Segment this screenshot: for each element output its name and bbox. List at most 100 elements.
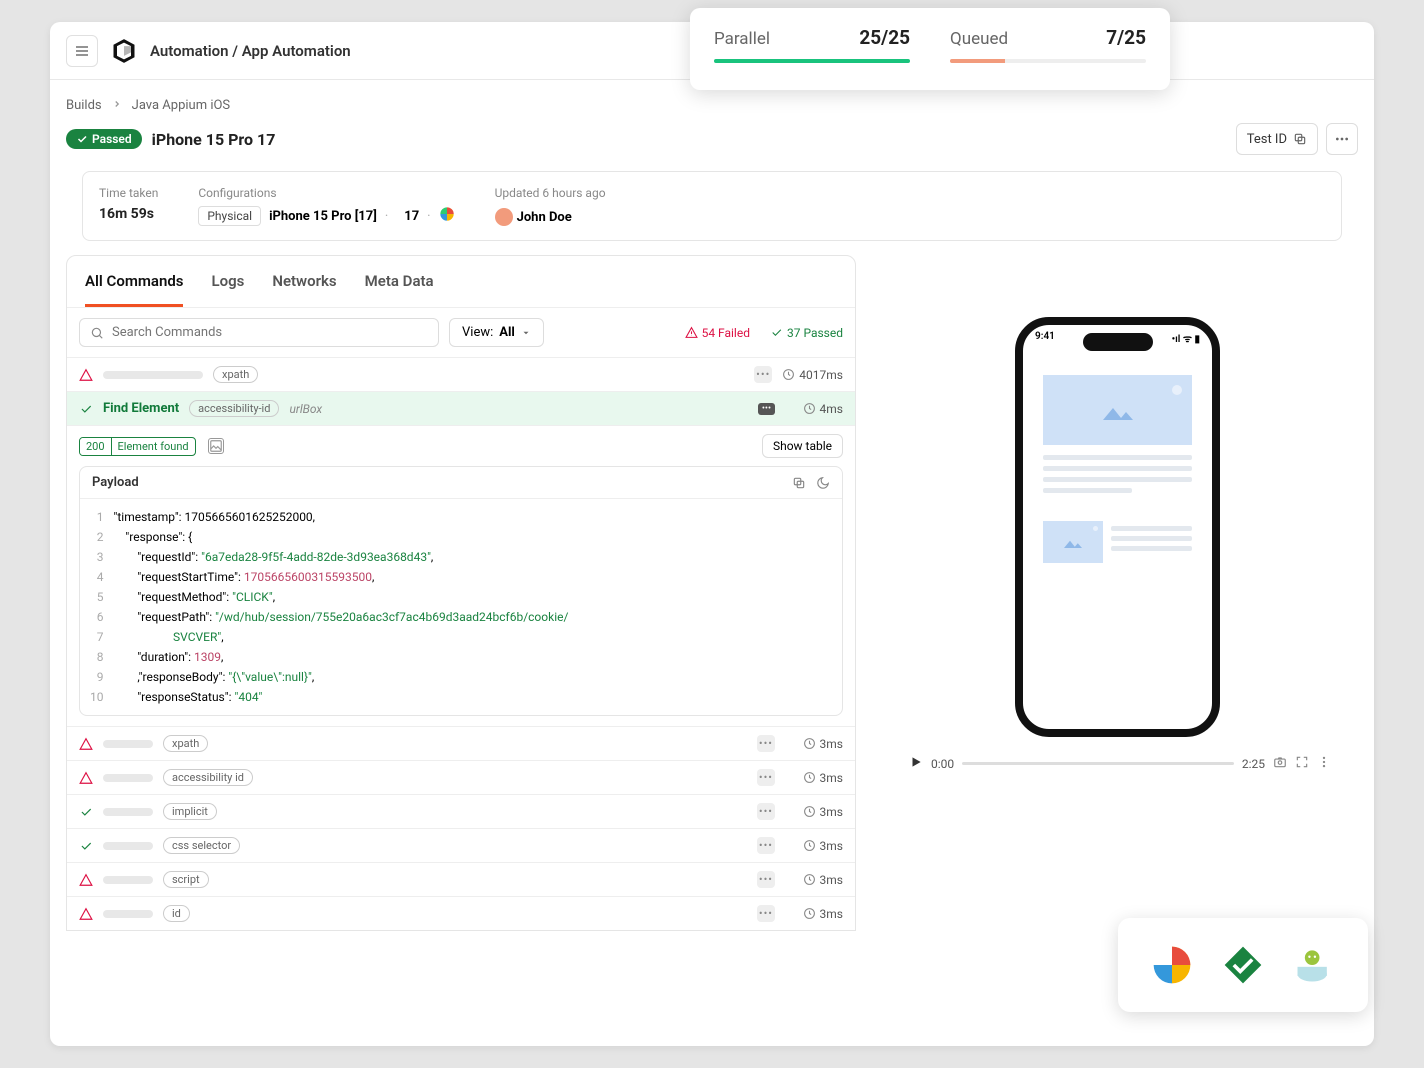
skeleton xyxy=(103,910,153,918)
hamburger-icon xyxy=(74,43,90,59)
check-icon xyxy=(79,839,93,853)
keyboard-badge: ••• xyxy=(758,403,775,415)
updated-label: Updated 6 hours ago xyxy=(495,186,606,200)
total-time: 2:25 xyxy=(1242,757,1265,771)
command-row[interactable]: implicit•••3ms xyxy=(67,794,855,828)
appium-icon xyxy=(1150,943,1194,987)
command-row[interactable]: accessibility id ••• 3ms xyxy=(67,760,855,794)
search-icon xyxy=(90,326,104,340)
tab-logs[interactable]: Logs xyxy=(211,256,244,307)
command-name: Find Element xyxy=(103,401,179,416)
skeleton xyxy=(103,774,153,782)
placeholder-line xyxy=(1043,455,1192,460)
more-icon[interactable]: ••• xyxy=(757,735,775,752)
result-row: 200Element found Show table xyxy=(67,425,855,466)
search-input[interactable] xyxy=(112,325,428,340)
play-button[interactable] xyxy=(909,755,923,772)
configurations-label: Configurations xyxy=(198,186,454,200)
dots-horizontal-icon xyxy=(1334,131,1350,147)
locator-pill: accessibility-id xyxy=(189,400,279,417)
copy-icon[interactable] xyxy=(792,476,806,490)
duration: 3ms xyxy=(785,771,843,785)
queued-value: 7/25 xyxy=(1106,26,1146,49)
locator-pill: id xyxy=(163,905,190,922)
espresso-icon xyxy=(1292,943,1336,987)
tab-networks[interactable]: Networks xyxy=(272,256,336,307)
locator-pill: xpath xyxy=(163,735,208,752)
more-icon[interactable]: ••• xyxy=(757,803,775,820)
command-row[interactable]: script ••• 3ms xyxy=(67,862,855,896)
parallel-value: 25/25 xyxy=(859,26,910,49)
framework-icon xyxy=(439,206,455,226)
video-player: 0:00 2:25 xyxy=(905,755,1335,772)
image-icon[interactable] xyxy=(208,438,224,454)
caret-down-icon xyxy=(521,328,531,338)
parallel-label: Parallel xyxy=(714,29,770,49)
copy-icon xyxy=(1293,132,1307,146)
selenium-icon xyxy=(1221,943,1265,987)
check-icon xyxy=(79,805,93,819)
search-commands[interactable] xyxy=(79,318,439,347)
locator-pill: xpath xyxy=(213,366,258,383)
breadcrumb-root-link[interactable]: Builds xyxy=(66,98,102,113)
placeholder-line xyxy=(1043,477,1192,482)
more-actions-button[interactable] xyxy=(1326,123,1358,155)
tabs: All Commands Logs Networks Meta Data xyxy=(67,256,855,308)
more-icon[interactable]: ••• xyxy=(754,366,772,383)
command-row[interactable]: xpath ••• 3ms xyxy=(67,726,855,760)
warning-icon xyxy=(79,737,93,751)
tab-meta-data[interactable]: Meta Data xyxy=(365,256,434,307)
phone-time: 9:41 xyxy=(1035,331,1055,345)
more-icon[interactable]: ••• xyxy=(757,837,775,854)
command-row[interactable]: id ••• 3ms xyxy=(67,896,855,930)
more-icon[interactable]: ••• xyxy=(757,871,775,888)
check-icon xyxy=(79,402,93,416)
placeholder-line xyxy=(1043,488,1132,493)
view-filter-button[interactable]: View: All xyxy=(449,318,544,347)
command-row-active[interactable]: Find Element accessibility-id urlBox •••… xyxy=(67,391,855,425)
duration: 3ms xyxy=(785,873,843,887)
integrations-card xyxy=(1118,918,1368,1012)
test-id-button[interactable]: Test ID xyxy=(1236,123,1318,155)
locator-pill: accessibility id xyxy=(163,769,253,786)
lambdatest-logo-icon xyxy=(110,37,138,65)
duration: 3ms xyxy=(785,907,843,921)
duration: 3ms xyxy=(785,737,843,751)
duration: 4ms xyxy=(785,402,843,416)
skeleton xyxy=(103,371,203,379)
seek-track[interactable] xyxy=(962,762,1234,765)
command-row[interactable]: xpath ••• 4017ms xyxy=(67,357,855,391)
payload-panel: Payload 12345678910 "timestamp": 1705665… xyxy=(79,466,843,716)
breadcrumb: Builds Java Appium iOS xyxy=(66,98,1358,113)
time-taken-label: Time taken xyxy=(99,186,158,200)
camera-icon[interactable] xyxy=(1273,755,1287,772)
placeholder-image xyxy=(1043,375,1192,445)
warning-icon xyxy=(79,771,93,785)
moon-icon[interactable] xyxy=(816,476,830,490)
duration: 3ms xyxy=(785,839,843,853)
current-time: 0:00 xyxy=(931,757,954,771)
command-row[interactable]: css selector ••• 3ms xyxy=(67,828,855,862)
more-vertical-icon[interactable] xyxy=(1317,755,1331,772)
product-breadcrumb: Automation / App Automation xyxy=(150,42,351,60)
result-pill: 200Element found xyxy=(79,437,196,456)
parallel-bar xyxy=(714,59,910,63)
skeleton xyxy=(103,740,153,748)
locator-pill: css selector xyxy=(163,837,240,854)
warning-icon xyxy=(685,326,698,339)
fullscreen-icon[interactable] xyxy=(1295,755,1309,772)
more-icon[interactable]: ••• xyxy=(757,905,775,922)
time-taken-value: 16m 59s xyxy=(99,206,158,222)
tab-all-commands[interactable]: All Commands xyxy=(85,256,183,307)
placeholder-thumb xyxy=(1043,521,1103,563)
more-icon[interactable]: ••• xyxy=(757,769,775,786)
payload-title: Payload xyxy=(92,475,139,490)
hamburger-menu-button[interactable] xyxy=(66,35,98,67)
commands-panel: All Commands Logs Networks Meta Data Vie… xyxy=(66,255,856,931)
locator-pill: script xyxy=(163,871,209,888)
passed-count: 37 Passed xyxy=(770,326,843,340)
user-name: John Doe xyxy=(517,210,572,225)
phone-notch xyxy=(1083,333,1153,351)
show-table-button[interactable]: Show table xyxy=(762,434,843,458)
physical-chip: Physical xyxy=(198,206,261,226)
